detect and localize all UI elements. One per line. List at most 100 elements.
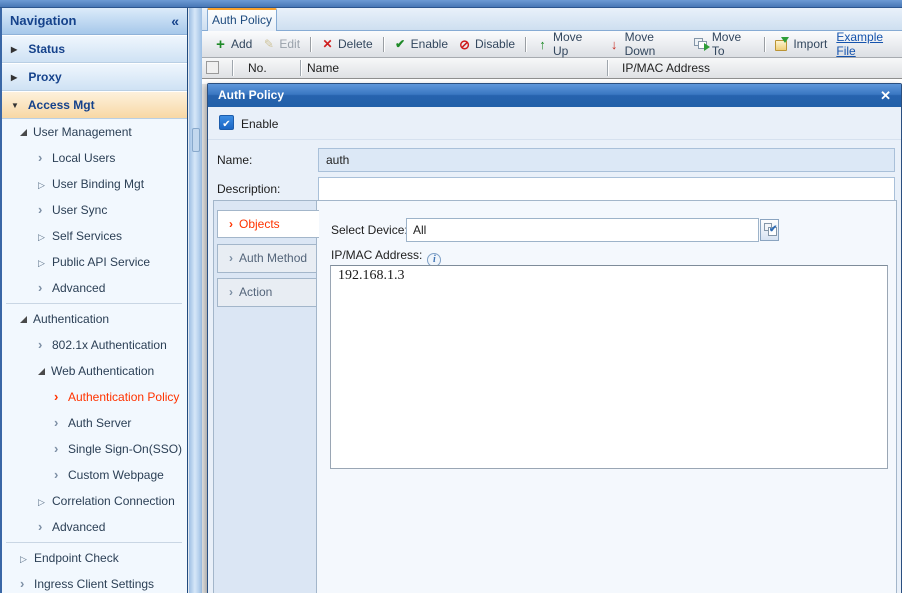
name-input[interactable] [318,148,895,172]
tree-divider [4,301,186,306]
collapsed-arrow-icon [38,249,52,276]
tree-item-label: Authentication Policy [68,390,180,404]
tab-label: Action [239,285,273,299]
select-all-checkbox[interactable] [206,61,219,74]
sidebar-section-status[interactable]: ▶ Status [2,35,187,63]
tab-action[interactable]: Action [217,278,317,307]
collapsed-arrow-icon [38,488,52,515]
delete-button-label: Delete [338,37,373,51]
collapsed-arrow-icon [20,545,34,572]
sidebar-section-access-mgt[interactable]: ▼ Access Mgt [2,91,187,119]
import-button[interactable]: Import [770,33,832,55]
chevron-right-icon [54,384,68,410]
enable-label: Enable [241,117,279,131]
tab-auth-method[interactable]: Auth Method [217,244,317,273]
sidebar-item-authentication-policy[interactable]: Authentication Policy [4,384,186,410]
tree-item-label: Correlation Connection [52,494,175,508]
policy-settings-group: Objects Auth Method Action Select Device… [213,200,897,593]
chevron-right-icon [20,571,34,593]
sidebar-item-user-binding-mgt[interactable]: User Binding Mgt [4,171,186,197]
sidebar-item-endpoint-check[interactable]: Endpoint Check [4,545,186,571]
enable-button-label: Enable [410,37,449,51]
sidebar-item-web-authentication[interactable]: Web Authentication [4,358,186,384]
name-field-row: Name: [208,148,901,172]
select-device-label: Select Device: [331,223,408,237]
tree-item-label: 802.1x Authentication [52,338,167,352]
tab-label: Objects [239,217,280,231]
enable-button[interactable]: ✔ Enable [389,33,453,55]
workspace-tabbar: Auth Policy [202,8,902,31]
tree-item-label: Local Users [52,151,116,165]
move-down-button[interactable]: ↓ Move Down [603,30,689,58]
delete-icon: ✕ [322,36,333,51]
move-down-button-label: Move Down [624,30,656,58]
select-device-input[interactable] [406,218,759,242]
sidebar-item-user-sync[interactable]: User Sync [4,197,186,223]
toolbar-separator [382,36,384,52]
ip-mac-textarea[interactable]: 192.168.1.3 [330,265,888,469]
toolbar-separator [525,36,526,52]
panel-splitter[interactable] [189,8,202,593]
navigation-title: Navigation [10,13,77,28]
column-separator [232,60,233,76]
collapsed-arrow-icon: ▶ [11,73,18,82]
tab-auth-policy[interactable]: Auth Policy [207,8,277,31]
enable-checkbox[interactable]: ✔ [219,115,234,130]
navigation-header: Navigation « [2,8,187,35]
tab-label: Auth Method [239,251,308,265]
edit-pencil-icon: ✎ [263,36,274,51]
section-label: Status [28,42,66,56]
sidebar-item-advanced-user-mgmt[interactable]: Advanced [4,275,186,301]
move-to-icon [693,37,710,51]
sidebar-item-public-api-service[interactable]: Public API Service [4,249,186,275]
top-frame-bar [0,0,902,8]
toolbar-separator [764,36,766,52]
sidebar-item-authentication[interactable]: Authentication [4,306,186,332]
collapsed-arrow-icon: ▶ [11,45,18,54]
sidebar-item-custom-webpage[interactable]: Custom Webpage [4,462,186,488]
sidebar-item-user-management[interactable]: User Management [4,119,186,145]
chevron-right-icon [229,217,239,231]
description-input[interactable] [318,177,895,201]
chevron-right-icon [229,285,239,299]
tree-item-label: Web Authentication [51,364,155,378]
expanded-arrow-icon [20,129,27,136]
move-to-button[interactable]: Move To [689,30,760,58]
edit-button[interactable]: ✎ Edit [257,33,305,55]
add-button-label: Add [231,37,253,51]
close-icon[interactable]: ✕ [880,84,891,107]
dialog-header[interactable]: Auth Policy ✕ [208,84,901,107]
column-header-no[interactable]: No. [248,60,267,77]
no-entry-icon: ⊘ [459,36,470,52]
collapsed-arrow-icon [38,223,52,250]
sidebar-item-correlation-connection[interactable]: Correlation Connection [4,488,186,514]
import-file-icon [775,36,790,51]
collapsed-arrow-icon [38,171,52,198]
add-button[interactable]: + Add [209,33,257,55]
sidebar-item-auth-server[interactable]: Auth Server [4,410,186,436]
collapse-panel-icon[interactable]: « [171,8,179,34]
sidebar-item-single-sign-on[interactable]: Single Sign-On(SSO) [4,436,186,462]
tree-item-label: Custom Webpage [68,468,164,482]
sidebar-item-self-services[interactable]: Self Services [4,223,186,249]
move-up-button[interactable]: ↑ Move Up [531,30,603,58]
sidebar-item-local-users[interactable]: Local Users [4,145,186,171]
tree-item-label: Auth Server [68,416,132,430]
sidebar-item-advanced-authentication[interactable]: Advanced [4,514,186,540]
disable-button[interactable]: ⊘ Disable [453,33,520,55]
column-header-name[interactable]: Name [307,60,339,77]
section-label: Access Mgt [27,98,95,112]
delete-button[interactable]: ✕ Delete [316,33,378,55]
sidebar-item-ingress-client-settings[interactable]: Ingress Client Settings [4,571,186,593]
sidebar-section-proxy[interactable]: ▶ Proxy [2,63,187,91]
name-label: Name: [217,153,253,167]
section-label: Proxy [28,70,62,84]
example-file-link[interactable]: Example File [836,30,902,58]
chevron-right-icon [54,436,68,462]
sidebar-item-8021x-authentication[interactable]: 802.1x Authentication [4,332,186,358]
tree-item-label: Self Services [52,229,123,243]
column-header-ip-mac[interactable]: IP/MAC Address [622,60,710,77]
tree-item-label: Ingress Client Settings [34,577,155,591]
device-picker-button[interactable]: ✔ [760,219,779,241]
tab-objects[interactable]: Objects [217,210,319,238]
